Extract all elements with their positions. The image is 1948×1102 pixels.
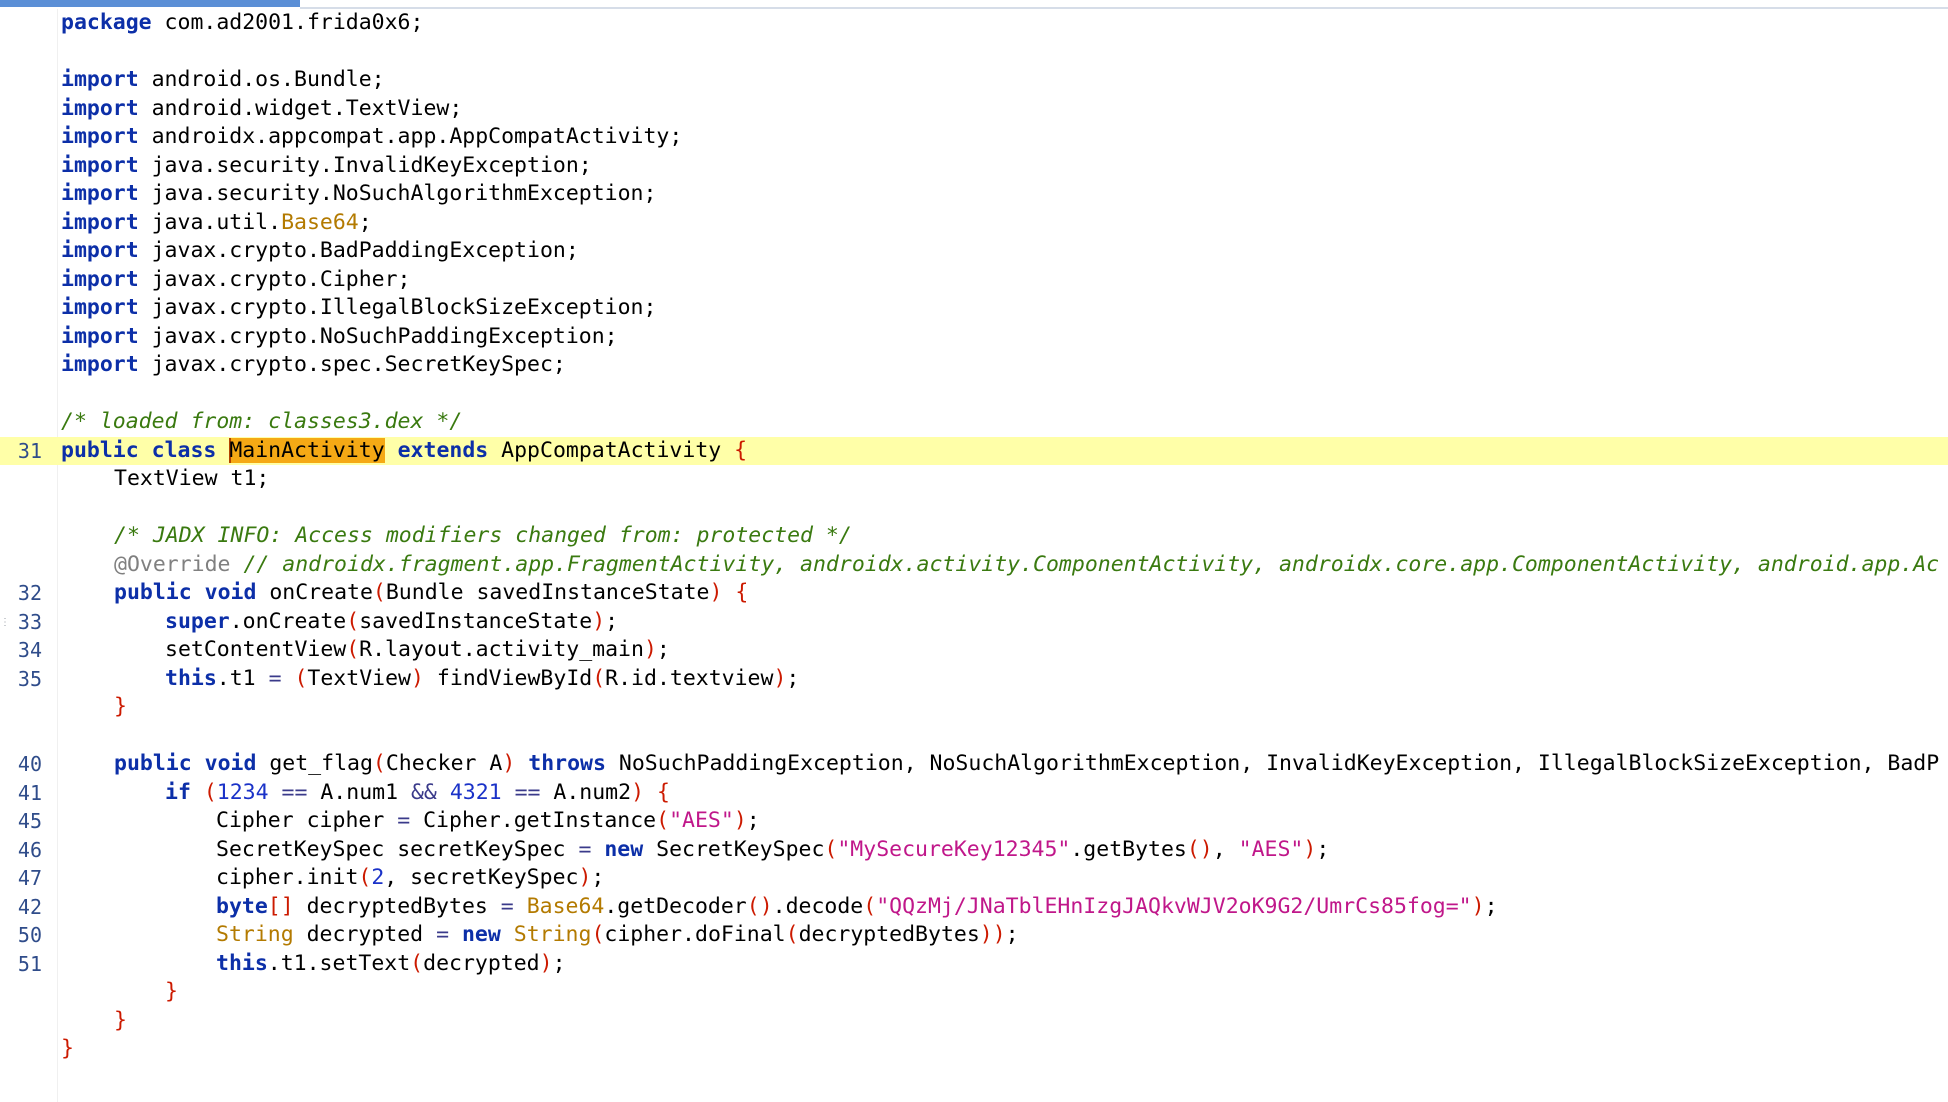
code-line: 40 public void get_flag(Checker A) throws… <box>0 750 1948 779</box>
line-number: 46 <box>17 837 42 862</box>
code-line: 41 if (1234 == A.num1 && 4321 == A.num2) … <box>0 779 1948 808</box>
code-line: } <box>114 694 127 719</box>
selected-identifier[interactable]: MainActivity <box>229 437 385 463</box>
code-line: import javax.crypto.IllegalBlockSizeExce… <box>61 295 657 320</box>
line-number: 47 <box>17 866 42 890</box>
code-line: package com.ad2001.frida0x6; <box>61 10 424 35</box>
line-number: 50 <box>17 923 42 947</box>
code-line: @Override // androidx.fragment.app.Fragm… <box>114 551 1940 577</box>
code-line: import android.widget.TextView; <box>61 95 463 121</box>
code-line: import java.util.Base64; <box>61 209 372 235</box>
line-number: 45 <box>17 809 42 833</box>
code-editor[interactable]: ⋮ package com.ad2001.frida0x6; import an… <box>0 0 1948 1102</box>
line-number: 35 <box>17 666 42 691</box>
line-number: 42 <box>17 894 42 919</box>
line-number: 51 <box>17 951 42 976</box>
code-line: 51 this.t1.setText(decrypted); <box>0 950 1948 979</box>
code-line: /* JADX INFO: Access modifiers changed f… <box>114 523 852 548</box>
code-line: import javax.crypto.NoSuchPaddingExcepti… <box>61 323 618 349</box>
line-number: 40 <box>17 752 42 776</box>
line-number: 41 <box>17 780 42 805</box>
code-line: 42 byte[] decryptedBytes = Base64.getDeco… <box>0 893 1948 922</box>
code-line: import java.security.NoSuchAlgorithmExce… <box>61 181 657 206</box>
code-line-current: 31 public class MainActivity extends AppC… <box>0 436 1948 465</box>
code-line: 32 public void onCreate(Bundle savedInsta… <box>0 579 1948 608</box>
line-number: 33 <box>17 609 42 634</box>
code-line: import android.os.Bundle; <box>61 67 385 92</box>
code-line: import javax.crypto.Cipher; <box>61 266 411 292</box>
code-line: 47 cipher.init(2, secretKeySpec); <box>0 864 1948 893</box>
code-line: TextView t1; <box>114 466 270 491</box>
code-line: import androidx.appcompat.app.AppCompatA… <box>61 124 683 149</box>
code-line: 33 super.onCreate(savedInstanceState); <box>0 608 1948 637</box>
code-line: import java.security.InvalidKeyException… <box>61 152 592 178</box>
code-line: /* loaded from: classes3.dex */ <box>61 409 463 434</box>
code-line: 34 setContentView(R.layout.activity_main)… <box>0 636 1948 665</box>
code-line: import javax.crypto.spec.SecretKeySpec; <box>61 352 566 377</box>
code-line: } <box>114 1007 127 1033</box>
line-number: 31 <box>17 438 42 463</box>
line-number: 32 <box>17 581 42 605</box>
code-area[interactable]: package com.ad2001.frida0x6; import andr… <box>0 9 1948 1102</box>
code-line: 45 Cipher cipher = Cipher.getInstance("AE… <box>0 807 1948 836</box>
code-line: import javax.crypto.BadPaddingException; <box>61 238 579 263</box>
line-number: 34 <box>17 638 42 662</box>
code-line: 46 SecretKeySpec secretKeySpec = new Secr… <box>0 836 1948 865</box>
code-line: 35 this.t1 = (TextView) findViewById(R.id… <box>0 665 1948 694</box>
active-tab-indicator <box>0 0 300 7</box>
code-line: 50 String decrypted = new String(cipher.d… <box>0 921 1948 950</box>
code-line: } <box>165 979 178 1004</box>
code-line: } <box>61 1036 74 1061</box>
